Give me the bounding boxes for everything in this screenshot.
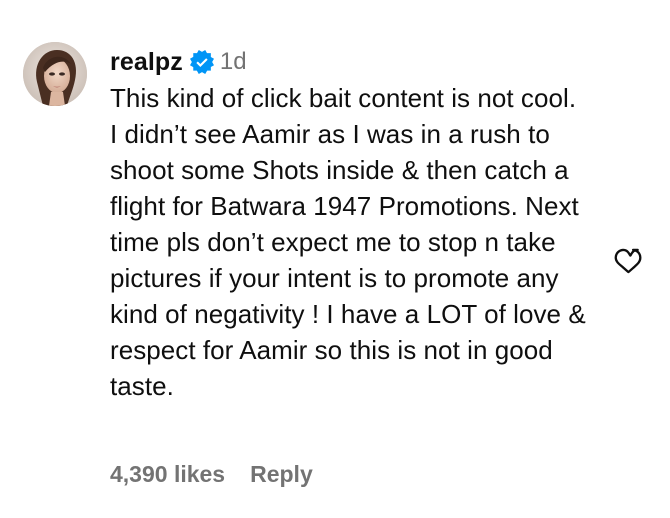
comment-meta: 4,390 likes Reply <box>110 458 313 490</box>
username[interactable]: realpz <box>110 48 183 77</box>
comment-header: realpz 1d <box>110 44 590 80</box>
comment-timestamp: 1d <box>219 48 247 75</box>
reply-button[interactable]: Reply <box>250 461 313 488</box>
verified-badge-icon <box>189 50 214 74</box>
comment: realpz 1d This kind of click bait conten… <box>0 0 670 518</box>
likes-count[interactable]: 4,390 likes <box>110 461 225 488</box>
avatar-image <box>23 42 87 106</box>
heart-outline-icon <box>614 248 642 274</box>
comment-text: This kind of click bait content is not c… <box>110 83 586 401</box>
like-button[interactable] <box>612 246 644 276</box>
comment-body: realpz 1d This kind of click bait conten… <box>110 44 590 404</box>
avatar[interactable] <box>23 42 87 106</box>
